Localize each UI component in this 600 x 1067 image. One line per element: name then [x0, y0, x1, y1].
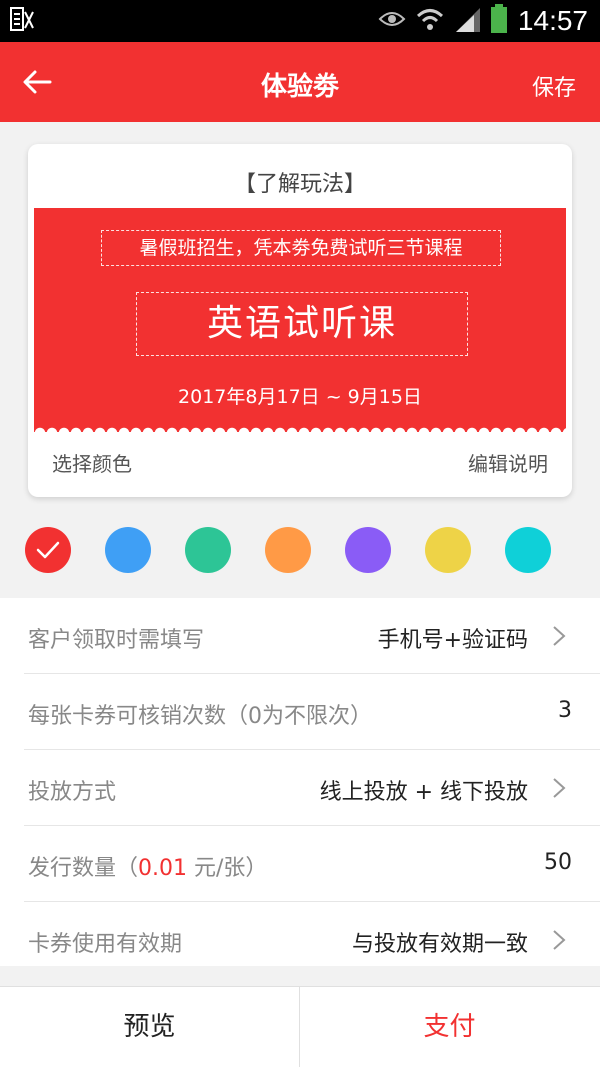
choose-color-label: 选择颜色	[52, 452, 132, 476]
row-value: 与投放有效期一致	[351, 932, 528, 957]
chevron-right-icon	[553, 778, 566, 798]
color-swatch-cyan[interactable]	[505, 527, 551, 573]
how-to-play-link[interactable]: 【了解玩法】	[28, 166, 572, 198]
row-label: 每张卡券可核销次数（0为不限次）	[28, 704, 372, 729]
preview-button[interactable]: 预览	[0, 987, 299, 1067]
row-required-info[interactable]: 客户领取时需填写 手机号+验证码	[24, 598, 600, 674]
row-delivery-method[interactable]: 投放方式 线上投放 + 线下投放	[24, 750, 600, 826]
status-time: 14:57	[517, 5, 588, 36]
battery-icon	[490, 4, 508, 38]
app-notification-icon	[10, 6, 36, 34]
coupon-main-title: 英语试听课	[136, 292, 468, 356]
settings-list: 客户领取时需填写 手机号+验证码 每张卡券可核销次数（0为不限次） 3 投放方式…	[0, 598, 600, 966]
coupon-subtitle: 暑假班招生，凭本劵免费试听三节课程	[101, 230, 501, 266]
chevron-right-icon	[553, 930, 566, 950]
coupon-card: 【了解玩法】 暑假班招生，凭本劵免费试听三节课程 英语试听课 2017年8月17…	[28, 144, 572, 497]
pay-button[interactable]: 支付	[300, 987, 599, 1067]
bottom-action-bar: 预览 支付	[0, 986, 600, 1067]
color-picker	[0, 527, 600, 575]
label-suffix: 元/张）	[187, 856, 268, 881]
row-label: 发行数量（0.01 元/张）	[28, 850, 267, 882]
coupon-preview: 暑假班招生，凭本劵免费试听三节课程 英语试听课 2017年8月17日 ~ 9月1…	[34, 208, 566, 433]
unit-price: 0.01	[138, 856, 187, 881]
page-title: 体验劵	[260, 72, 339, 102]
color-swatch-yellow[interactable]	[425, 527, 471, 573]
row-validity[interactable]: 卡券使用有效期 与投放有效期一致	[24, 902, 600, 978]
color-swatch-orange[interactable]	[265, 527, 311, 573]
chevron-right-icon	[553, 626, 566, 646]
row-label: 投放方式	[28, 780, 117, 805]
app-bar: 体验劵 保存	[0, 42, 600, 122]
color-swatch-blue[interactable]	[105, 527, 151, 573]
color-swatch-purple[interactable]	[345, 527, 391, 573]
row-issue-quantity[interactable]: 发行数量（0.01 元/张） 50	[24, 826, 600, 902]
row-label: 客户领取时需填写	[28, 628, 205, 653]
coupon-date-range: 2017年8月17日 ~ 9月15日	[178, 386, 422, 408]
color-swatch-green[interactable]	[185, 527, 231, 573]
row-redeem-count[interactable]: 每张卡券可核销次数（0为不限次） 3	[24, 674, 600, 750]
status-bar: 14:57	[0, 0, 600, 42]
checkmark-icon	[36, 541, 60, 559]
edit-description-button[interactable]: 编辑说明	[468, 448, 548, 477]
save-button[interactable]: 保存	[532, 70, 576, 102]
label-prefix: 发行数量（	[28, 856, 139, 881]
row-value: 3	[558, 698, 572, 723]
wifi-icon	[416, 7, 444, 35]
row-value: 线上投放 + 线下投放	[319, 780, 528, 805]
eye-icon	[378, 9, 406, 33]
status-icons: 14:57	[378, 4, 588, 38]
coupon-scallop-edge	[34, 425, 566, 433]
row-label: 卡券使用有效期	[28, 932, 183, 957]
color-swatch-red[interactable]	[25, 527, 71, 573]
row-value: 50	[544, 850, 572, 875]
signal-icon	[454, 6, 480, 36]
row-value: 手机号+验证码	[377, 628, 528, 653]
